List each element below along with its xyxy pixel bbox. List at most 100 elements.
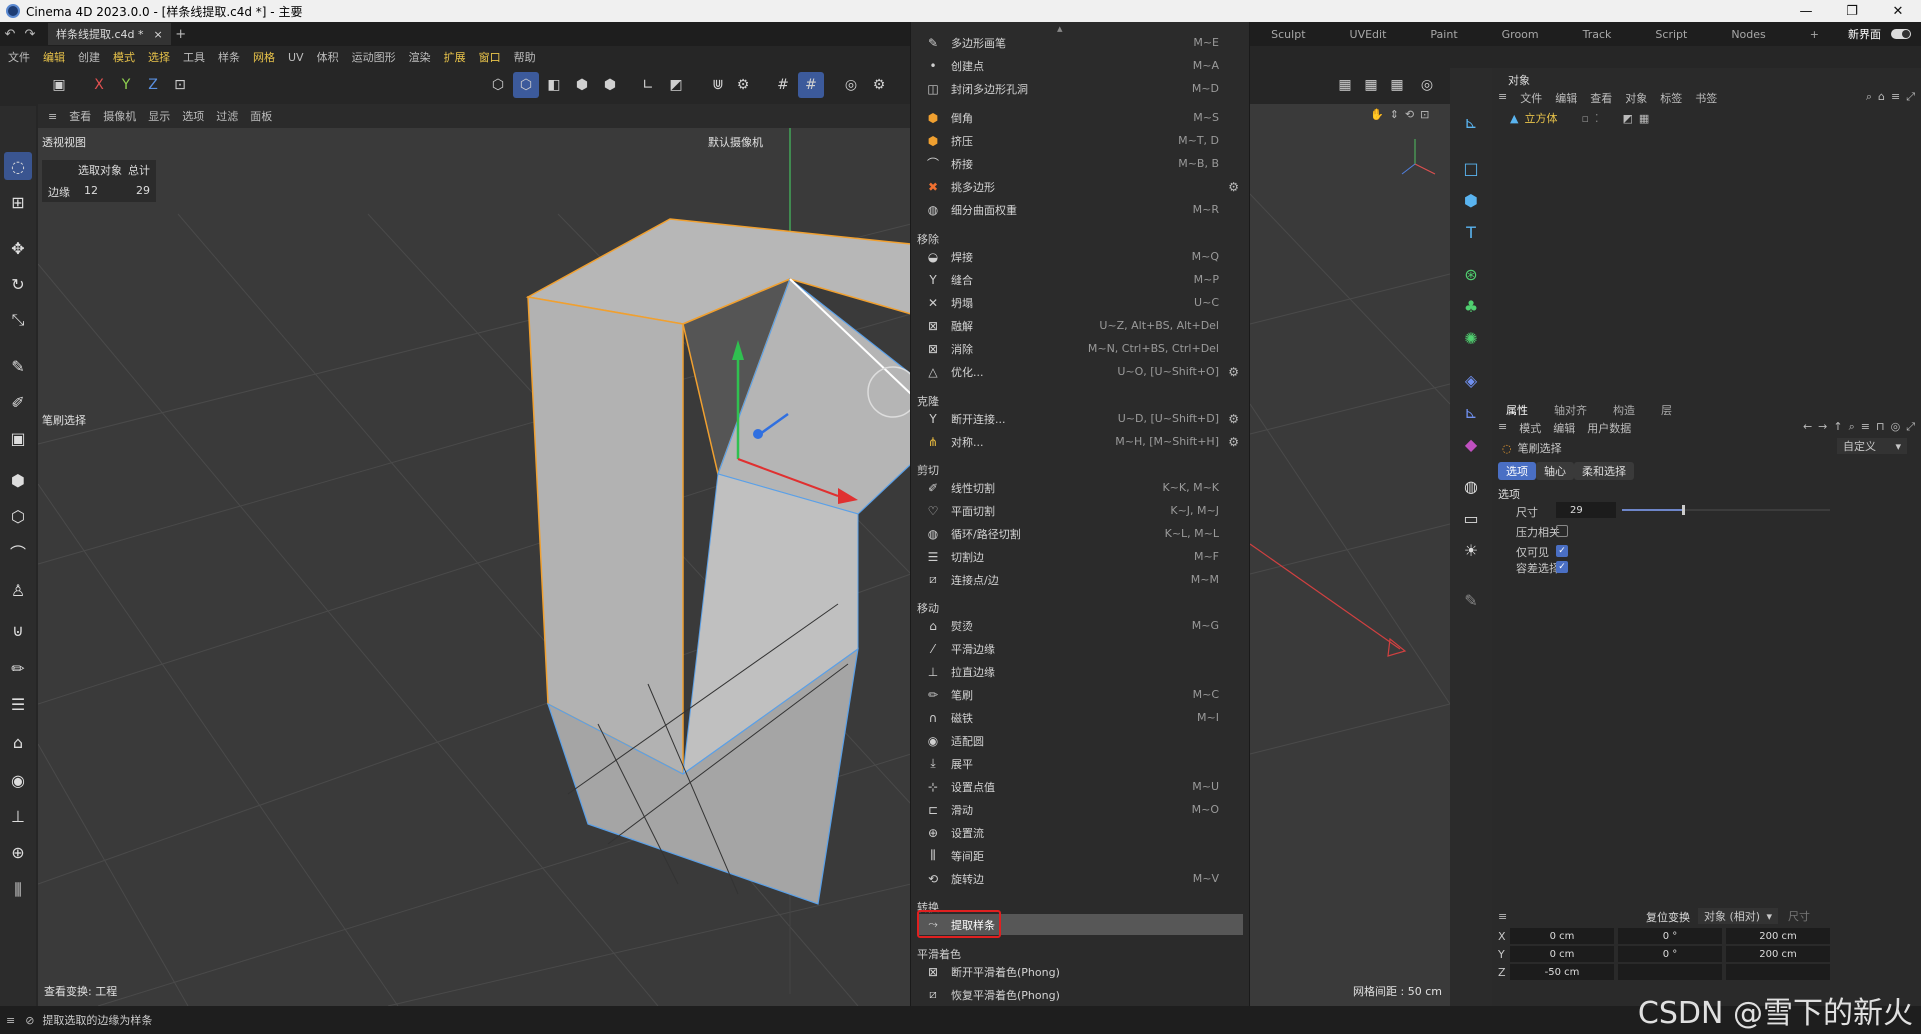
- mograph-icon[interactable]: ⊛: [1457, 260, 1485, 288]
- object-manager-icon[interactable]: ⊾: [1457, 108, 1485, 136]
- workplane-icon[interactable]: ∟: [635, 72, 661, 98]
- menu-volume[interactable]: 体积: [317, 49, 339, 65]
- object-menu-edit[interactable]: 编辑: [1555, 90, 1577, 106]
- close-tab-icon[interactable]: ×: [154, 28, 163, 41]
- redshift-icon[interactable]: ◎: [1414, 72, 1440, 98]
- quantize-icon[interactable]: ◎: [838, 72, 864, 98]
- menu-uv[interactable]: UV: [288, 51, 304, 64]
- spline-rect-icon[interactable]: □: [1457, 154, 1485, 182]
- rot-x-field[interactable]: 0 °: [1618, 928, 1722, 944]
- pressure-checkbox[interactable]: [1556, 525, 1568, 537]
- menu-item-iron[interactable]: ⌂ 熨烫 M~G: [919, 615, 1243, 636]
- subtab-soft-selection[interactable]: 柔和选择: [1574, 462, 1634, 480]
- size-mode-label[interactable]: 尺寸: [1788, 908, 1810, 924]
- menu-edit[interactable]: 编辑: [43, 49, 65, 65]
- up-arrow-icon[interactable]: ↑: [1833, 420, 1842, 434]
- menu-item-unbreak-phong[interactable]: ⧄ 恢复平滑着色(Phong): [919, 984, 1243, 1005]
- size-field[interactable]: 29: [1556, 502, 1616, 518]
- toggle-switch-icon[interactable]: [1891, 29, 1911, 39]
- size-y-field[interactable]: 200 cm: [1726, 946, 1830, 962]
- reset-transform-button[interactable]: 复位变换: [1638, 908, 1698, 926]
- tab-track[interactable]: Track: [1561, 28, 1634, 41]
- rotate-icon[interactable]: ↻: [4, 270, 32, 298]
- brush-tool-icon[interactable]: ✏: [4, 654, 32, 682]
- axis-y-button[interactable]: Y: [113, 72, 139, 98]
- subtab-options[interactable]: 选项: [1498, 462, 1536, 480]
- environment-icon[interactable]: ◍: [1457, 472, 1485, 500]
- object-menu-tags[interactable]: 标签: [1660, 90, 1682, 106]
- back-arrow-icon[interactable]: ←: [1803, 420, 1812, 434]
- filter-icon[interactable]: ≡: [1891, 90, 1900, 104]
- hamburger-icon[interactable]: ≡: [1498, 420, 1507, 436]
- object-menu-bookmarks[interactable]: 书签: [1695, 90, 1717, 106]
- menu-item-break-phong[interactable]: ⊠ 断开平滑着色(Phong): [919, 961, 1243, 982]
- select-tool-icon[interactable]: ⊞: [4, 188, 32, 216]
- expand-icon[interactable]: ⤢: [1906, 420, 1915, 434]
- tab-uvedit[interactable]: UVEdit: [1328, 28, 1409, 41]
- tab-attributes[interactable]: 属性: [1506, 402, 1528, 418]
- equal-spacing-tool-icon[interactable]: ⫼: [4, 876, 32, 904]
- tolerant-checkbox[interactable]: ✓: [1556, 561, 1568, 573]
- add-tab-icon[interactable]: +: [171, 24, 191, 44]
- home-icon[interactable]: ⌂: [1878, 90, 1885, 104]
- subtab-axis[interactable]: 轴心: [1536, 462, 1574, 480]
- menu-item-line-cut[interactable]: ✐ 线性切割 K~K, M~K: [919, 477, 1243, 498]
- generator-icon[interactable]: ◆: [1457, 430, 1485, 458]
- menu-spline[interactable]: 样条: [218, 49, 240, 65]
- cloner-icon[interactable]: ♣: [1457, 292, 1485, 320]
- forward-arrow-icon[interactable]: →: [1818, 420, 1827, 434]
- deformer-icon[interactable]: ✺: [1457, 324, 1485, 352]
- text-icon[interactable]: T: [1457, 218, 1485, 246]
- hamburger-icon[interactable]: ≡: [48, 110, 57, 123]
- viewport-menu-camera[interactable]: 摄像机: [103, 108, 136, 124]
- document-tab[interactable]: 样条线提取.c4d * ×: [48, 23, 171, 45]
- move-icon[interactable]: ✥: [4, 234, 32, 262]
- add-workspace-icon[interactable]: +: [1788, 28, 1841, 41]
- search-icon[interactable]: ⌕: [1849, 420, 1855, 434]
- filter-icon[interactable]: ≡: [1861, 420, 1870, 434]
- maximize-button[interactable]: ❐: [1829, 0, 1875, 22]
- gear-icon[interactable]: ⚙: [1228, 412, 1239, 426]
- gear-icon[interactable]: ⚙: [1228, 365, 1239, 379]
- tab-nodes[interactable]: Nodes: [1709, 28, 1787, 41]
- gear-icon[interactable]: ⚙: [1228, 180, 1239, 194]
- menu-item-edge-cut[interactable]: ☰ 切割边 M~F: [919, 546, 1243, 567]
- menu-item-subdivision-weight[interactable]: ◍ 细分曲面权重 M~R: [919, 199, 1243, 220]
- maximize-view-icon[interactable]: ⊡: [1420, 108, 1429, 121]
- light-object-icon[interactable]: ☀: [1457, 536, 1485, 564]
- menu-item-fit-circle[interactable]: ◉ 适配圆: [919, 730, 1243, 751]
- lock-icon[interactable]: ⊓: [1876, 420, 1885, 434]
- extrude-inner-icon[interactable]: ⬡: [4, 502, 32, 530]
- light-icon[interactable]: ♙: [4, 576, 32, 604]
- minimize-button[interactable]: —: [1783, 0, 1829, 22]
- pos-x-field[interactable]: 0 cm: [1510, 928, 1614, 944]
- axis-x-button[interactable]: X: [86, 72, 112, 98]
- bridge-tool-icon[interactable]: ⌒: [4, 538, 32, 566]
- model-mode-icon[interactable]: ⬢: [569, 72, 595, 98]
- camera-label[interactable]: 默认摄像机: [708, 134, 763, 150]
- object-menu-view[interactable]: 查看: [1590, 90, 1612, 106]
- menu-mesh[interactable]: 网格: [253, 49, 275, 65]
- tab-objects[interactable]: 对象: [1508, 72, 1530, 88]
- coord-mode-dropdown[interactable]: 对象 (相对) ▾: [1698, 908, 1778, 924]
- tab-script[interactable]: Script: [1633, 28, 1709, 41]
- gear-icon[interactable]: ⚙: [1228, 435, 1239, 449]
- menu-item-poke[interactable]: ✖ 挑多边形 ⚙: [919, 176, 1243, 197]
- viewport-right-part[interactable]: [1249, 104, 1451, 1006]
- menu-select[interactable]: 选择: [148, 49, 170, 65]
- hamburger-icon[interactable]: ≡: [6, 1014, 15, 1027]
- layer-icon[interactable]: ▫: [1581, 112, 1588, 125]
- target-icon[interactable]: ◎: [1891, 420, 1901, 434]
- menu-item-plane-cut[interactable]: ♡ 平面切割 K~J, M~J: [919, 500, 1243, 521]
- menu-item-close-hole[interactable]: ◫ 封闭多边形孔洞 M~D: [919, 78, 1243, 99]
- preset-dropdown[interactable]: 自定义 ▾: [1837, 438, 1907, 454]
- menu-item-slide[interactable]: ⊏ 滑动 M~O: [919, 799, 1243, 820]
- pos-z-field[interactable]: -50 cm: [1510, 964, 1614, 980]
- polygons-mode-icon[interactable]: ◧: [541, 72, 567, 98]
- solo-icon[interactable]: ◩: [663, 72, 689, 98]
- size-slider-handle[interactable]: [1682, 505, 1685, 515]
- render-picture-icon[interactable]: ▦: [1358, 72, 1384, 98]
- menu-mode[interactable]: 模式: [113, 49, 135, 65]
- menu-item-smooth-edge[interactable]: ⁄ 平滑边缘: [919, 638, 1243, 659]
- menu-item-weld[interactable]: ◒ 焊接 M~Q: [919, 246, 1243, 267]
